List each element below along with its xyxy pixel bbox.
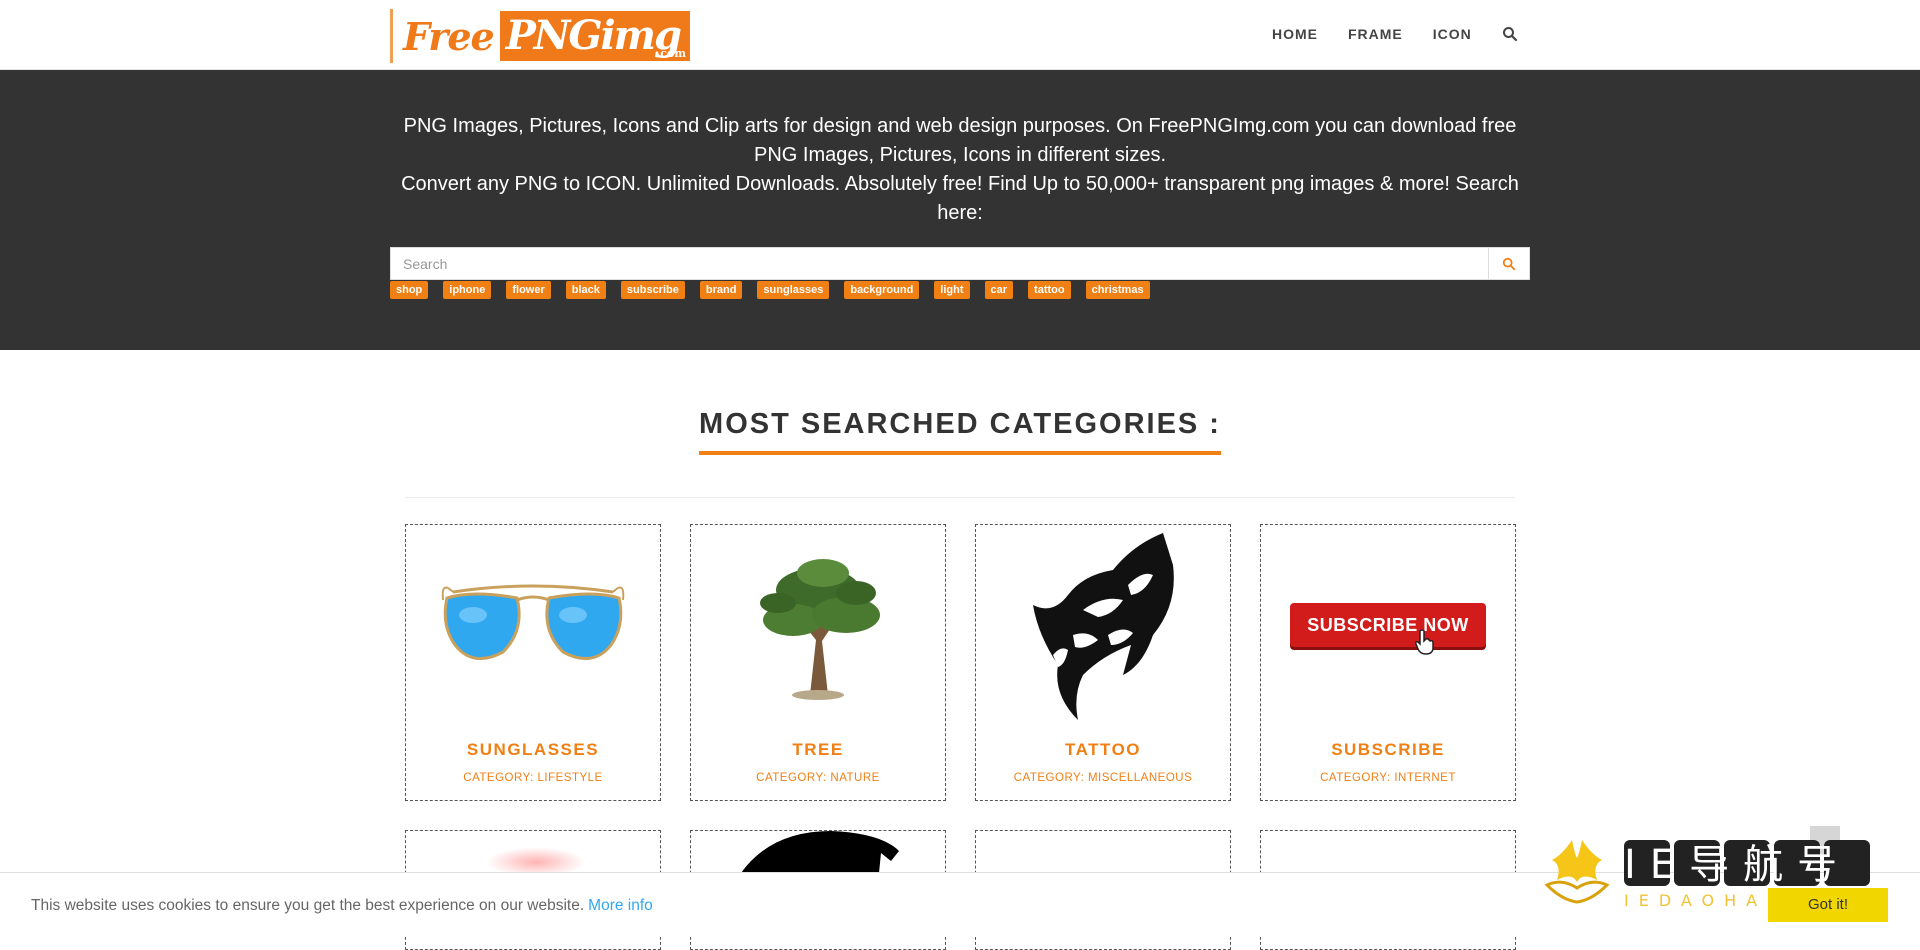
tag-sunglasses[interactable]: sunglasses [757, 281, 830, 299]
cookie-text: This website uses cookies to ensure you … [31, 897, 585, 914]
section-heading: MOST SEARCHED CATEGORIES : [0, 408, 1920, 455]
tag-christmas[interactable]: christmas [1085, 281, 1150, 299]
card-image-partial [741, 831, 899, 873]
nav-icon[interactable]: ICON [1433, 26, 1472, 42]
nav-home[interactable]: HOME [1272, 26, 1318, 42]
card-title: TREE [792, 740, 844, 759]
hero-banner: PNG Images, Pictures, Icons and Clip art… [0, 70, 1920, 350]
search-icon[interactable] [1502, 26, 1518, 42]
logo-png-word: PNGimg [505, 12, 682, 59]
watermark-logo: IE导航号 IEDAOHA [1544, 840, 1870, 910]
card-title: SUBSCRIBE [1331, 740, 1445, 759]
watermark-subtext: IEDAOHA [1624, 891, 1767, 910]
card-category: CATEGORY: MISCELLANEOUS [1013, 772, 1193, 784]
watermark: IE导航号 IEDAOHA [1532, 830, 1912, 912]
hand-cursor-icon [1415, 629, 1434, 655]
tag-flower[interactable]: flower [506, 281, 551, 299]
logo-dotcom: .com [656, 47, 686, 60]
card-title: TATTOO [1064, 740, 1142, 759]
tree-image [691, 525, 945, 725]
card-category: CATEGORY: NATURE [756, 772, 880, 784]
search-icon [1502, 257, 1516, 270]
card-category: CATEGORY: LIFESTYLE [463, 772, 603, 784]
tag-tattoo[interactable]: tattoo [1028, 281, 1071, 299]
search-button[interactable] [1488, 248, 1529, 279]
hero-line-2: Convert any PNG to ICON. Unlimited Downl… [401, 173, 1519, 224]
cookie-message: This website uses cookies to ensure you … [31, 897, 653, 915]
sunglasses-image [406, 525, 660, 725]
site-logo[interactable]: Free PNGimg .com [390, 9, 690, 63]
tag-background[interactable]: background [844, 281, 920, 299]
watermark-text: IE导航号 [1624, 842, 1851, 888]
subscribe-now-text: SUBSCRIBE NOW [1307, 614, 1469, 635]
tag-iphone[interactable]: iphone [443, 281, 492, 299]
card-title: SUNGLASSES [466, 740, 600, 759]
tag-shop[interactable]: shop [390, 281, 429, 299]
divider [405, 497, 1515, 498]
section-title: MOST SEARCHED CATEGORIES : [699, 408, 1221, 455]
nav-frame[interactable]: FRAME [1348, 26, 1403, 42]
category-card-tattoo[interactable]: TATTOO CATEGORY: MISCELLANEOUS [975, 524, 1231, 801]
wolf-tattoo-image [976, 525, 1230, 725]
tag-car[interactable]: car [984, 281, 1014, 299]
hero-description: PNG Images, Pictures, Icons and Clip art… [390, 112, 1530, 228]
card-category: CATEGORY: INTERNET [1320, 772, 1456, 784]
category-card-sunglasses[interactable]: SUNGLASSES CATEGORY: LIFESTYLE [405, 524, 661, 801]
subscribe-button-image: SUBSCRIBE NOW [1261, 525, 1515, 725]
tag-subscribe[interactable]: subscribe [620, 281, 685, 299]
top-navbar: Free PNGimg .com HOME FRAME ICON [0, 0, 1920, 70]
logo-free-text: Free [403, 13, 495, 59]
subscribe-now-graphic: SUBSCRIBE NOW [1290, 603, 1486, 655]
tag-brand[interactable]: brand [699, 281, 743, 299]
search-input[interactable] [391, 248, 1489, 279]
hero-line-1: PNG Images, Pictures, Icons and Clip art… [403, 115, 1517, 166]
logo-png-text: PNGimg .com [499, 11, 690, 61]
search-box [390, 247, 1530, 280]
category-card-tree[interactable]: TREE CATEGORY: NATURE [690, 524, 946, 801]
category-card-subscribe[interactable]: SUBSCRIBE NOW SUBSCRIBE CATEGORY: INTERN… [1260, 524, 1516, 801]
cookie-more-info-link[interactable]: More info [588, 897, 653, 914]
tag-black[interactable]: black [565, 281, 606, 299]
tag-list: shop iphone flower black subscribe brand… [390, 281, 1165, 299]
tag-light[interactable]: light [934, 281, 970, 299]
main-nav: HOME FRAME ICON [1272, 26, 1518, 42]
